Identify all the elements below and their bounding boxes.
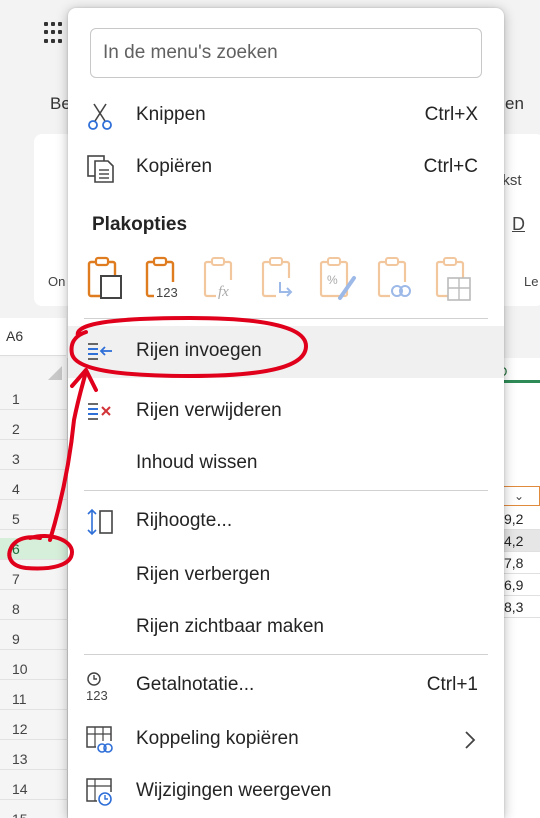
menu-item-label: Getalnotatie...	[136, 674, 255, 695]
paste-options-heading: Plakopties	[92, 214, 188, 235]
menu-item-label: Inhoud wissen	[136, 452, 258, 473]
menu-item-row-height[interactable]: Rijhoogte...	[68, 496, 504, 548]
row-header[interactable]: 14	[0, 778, 68, 800]
copy-icon	[87, 155, 114, 183]
column-selection-line	[498, 380, 540, 383]
paste-values-text: 123	[156, 285, 178, 300]
row-header[interactable]: 6	[0, 538, 68, 560]
paste-formulas-text: fx	[218, 284, 229, 300]
menu-item-copy-link[interactable]: Koppeling kopiëren	[68, 714, 504, 766]
ribbon-underline-button[interactable]: D	[512, 214, 525, 235]
menu-item-insert-rows[interactable]: Rijen invoegen	[68, 326, 504, 378]
svg-text:%: %	[327, 273, 338, 287]
row-header[interactable]: 9	[0, 628, 68, 650]
row-header[interactable]: 3	[0, 448, 68, 470]
menu-item-label: Rijen verbergen	[136, 564, 271, 585]
menu-item-label: Rijen invoegen	[136, 340, 262, 361]
row-header[interactable]: 13	[0, 748, 68, 770]
row-header[interactable]: 7	[0, 568, 68, 590]
ribbon-group-label-left: On	[48, 274, 66, 289]
select-all-corner[interactable]	[48, 366, 62, 380]
menu-item-label: Koppeling kopiëren	[136, 728, 299, 749]
menu-item-hide-rows[interactable]: Rijen verbergen	[68, 550, 504, 602]
ribbon-tab-partial-right[interactable]: en	[505, 94, 524, 114]
menu-item-number-format[interactable]: 123 Getalnotatie... Ctrl+1	[68, 660, 504, 712]
delete-rows-icon	[88, 403, 111, 420]
menu-item-label: Rijen zichtbaar maken	[136, 616, 324, 637]
menu-search-input[interactable]	[90, 28, 482, 78]
paste-formulas-icon[interactable]: fx	[202, 254, 242, 304]
insert-rows-icon	[88, 343, 112, 360]
menu-item-clear-contents[interactable]: Inhoud wissen	[68, 438, 504, 490]
paste-transpose-icon[interactable]	[260, 254, 300, 304]
cell[interactable]: 7,8	[498, 552, 540, 574]
shortcut-text: Ctrl+X	[424, 104, 478, 125]
scissors-icon	[88, 103, 112, 130]
row-height-icon	[87, 508, 113, 536]
menu-item-show-changes[interactable]: Wijzigingen weergeven	[68, 766, 504, 818]
cell[interactable]: 8,3	[498, 596, 540, 618]
paste-link-icon[interactable]	[376, 254, 416, 304]
row-header[interactable]: 12	[0, 718, 68, 740]
paste-keep-width-icon[interactable]	[434, 254, 474, 304]
row-header[interactable]: 1	[0, 388, 68, 410]
paste-options-row: 123 fx %	[86, 254, 486, 310]
paste-formatting-icon[interactable]: %	[318, 254, 358, 304]
context-menu: Knippen Ctrl+X Kopiëren Ctrl+C Plakoptie…	[68, 8, 504, 818]
menu-item-unhide-rows[interactable]: Rijen zichtbaar maken	[68, 602, 504, 654]
number-format-icon-text: 123	[86, 688, 108, 702]
row-header[interactable]: 10	[0, 658, 68, 680]
cell[interactable]: 4,2	[498, 530, 540, 552]
row-header[interactable]: 2	[0, 418, 68, 440]
row-header[interactable]: 8	[0, 598, 68, 620]
menu-item-copy[interactable]: Kopiëren Ctrl+C	[68, 142, 504, 194]
menu-item-label: Rijen verwijderen	[136, 400, 282, 421]
row-header[interactable]: 5	[0, 508, 68, 530]
show-changes-icon	[86, 778, 114, 807]
shortcut-text: Ctrl+C	[423, 156, 478, 177]
row-header[interactable]: 15	[0, 808, 68, 818]
menu-divider	[84, 318, 488, 319]
row-header[interactable]: 4	[0, 478, 68, 500]
ribbon-group-label-right: Le	[524, 274, 539, 289]
menu-item-label: Wijzigingen weergeven	[136, 780, 332, 801]
menu-item-cut[interactable]: Knippen Ctrl+X	[68, 90, 504, 142]
number-format-icon: 123	[86, 672, 108, 702]
menu-item-label: Kopiëren	[136, 156, 213, 177]
shortcut-text: Ctrl+1	[426, 674, 478, 695]
name-box[interactable]: A6	[0, 318, 66, 356]
copy-link-icon	[86, 726, 113, 754]
app-launcher-icon[interactable]	[44, 22, 66, 44]
menu-divider	[84, 654, 488, 655]
menu-item-delete-rows[interactable]: Rijen verwijderen	[68, 386, 504, 438]
cell[interactable]: 6,9	[498, 574, 540, 596]
row-headers: 123456789101112131415	[0, 358, 68, 818]
paste-icon[interactable]	[86, 254, 126, 304]
menu-item-label: Knippen	[136, 104, 206, 125]
paste-values-icon[interactable]: 123	[144, 254, 184, 304]
menu-item-label: Rijhoogte...	[136, 510, 233, 531]
cell[interactable]: 9,2	[498, 508, 540, 530]
row-header[interactable]: 11	[0, 688, 68, 710]
filter-dropdown-button[interactable]: ⌄	[498, 486, 540, 506]
chevron-right-icon	[465, 731, 476, 749]
menu-divider	[84, 490, 488, 491]
